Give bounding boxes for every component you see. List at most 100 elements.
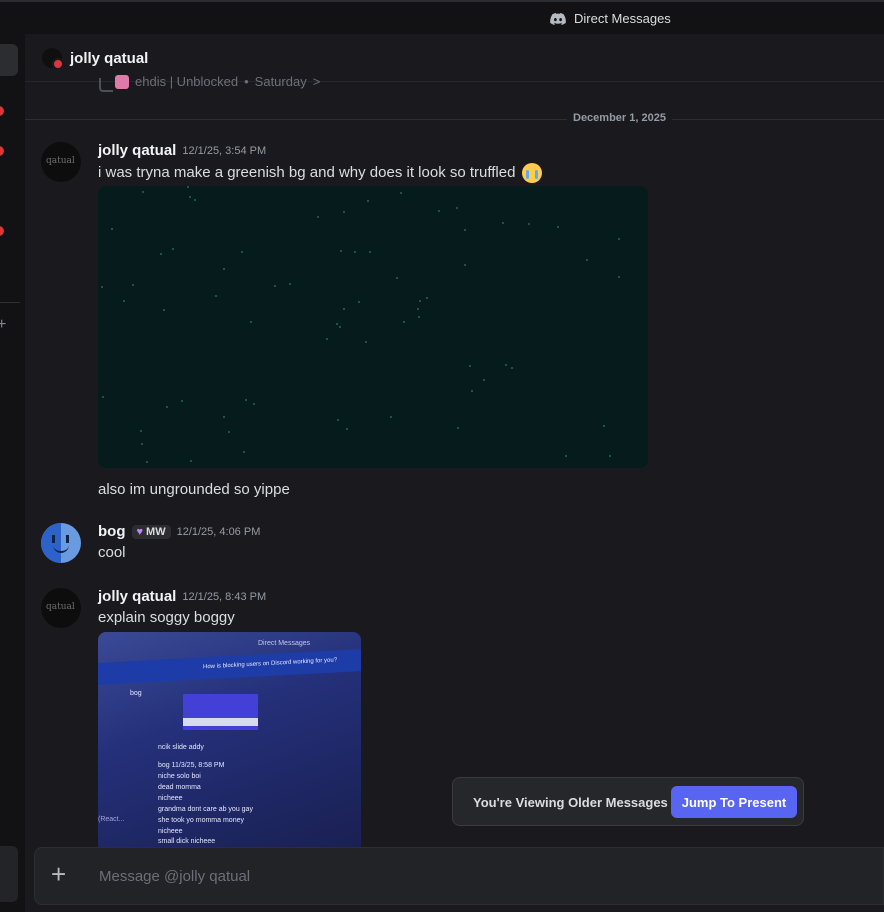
reply-time: Saturday bbox=[254, 74, 307, 89]
notification-dot bbox=[0, 146, 4, 156]
avatar[interactable]: qatual bbox=[41, 588, 81, 628]
message-header: jolly qatual 12/1/25, 3:54 PM bbox=[98, 142, 266, 159]
avatar-text: qatual bbox=[46, 602, 75, 612]
star-dot bbox=[241, 251, 243, 253]
notification-dot bbox=[0, 106, 4, 116]
image-attachment[interactable] bbox=[98, 186, 648, 468]
discord-icon bbox=[550, 12, 566, 25]
star-dot bbox=[190, 460, 192, 462]
star-dot bbox=[123, 300, 125, 302]
sidebar-divider bbox=[0, 302, 20, 303]
star-dot bbox=[101, 286, 103, 288]
star-dot bbox=[228, 431, 230, 433]
star-dot bbox=[603, 425, 605, 427]
reply-text: ehdis | Unblocked bbox=[135, 74, 239, 89]
star-dot bbox=[337, 419, 339, 421]
star-dot bbox=[390, 416, 392, 418]
star-dot bbox=[181, 400, 183, 402]
star-dot bbox=[586, 259, 588, 261]
star-dot bbox=[354, 251, 356, 253]
star-dot bbox=[426, 297, 428, 299]
star-dot bbox=[141, 443, 143, 445]
message-header: jolly qatual 12/1/25, 8:43 PM bbox=[98, 588, 266, 605]
star-dot bbox=[403, 321, 405, 323]
star-dot bbox=[146, 461, 148, 463]
star-dot bbox=[367, 200, 369, 202]
message-text: explain soggy boggy bbox=[98, 609, 235, 626]
message-text: i was tryna make a greenish bg and why d… bbox=[98, 163, 542, 183]
star-dot bbox=[419, 300, 421, 302]
title-bar: Direct Messages bbox=[0, 0, 884, 34]
photo-title: Direct Messages bbox=[258, 640, 311, 647]
star-dot bbox=[464, 264, 466, 266]
star-dot bbox=[289, 283, 291, 285]
message: bog ♥ MW 12/1/25, 4:06 PM cool bbox=[41, 523, 841, 568]
star-dot bbox=[618, 276, 620, 278]
guild-tag[interactable]: ♥ MW bbox=[131, 524, 171, 539]
reply-preview[interactable]: ehdis | Unblocked • Saturday > bbox=[115, 74, 320, 89]
star-dot bbox=[565, 455, 567, 457]
star-dot bbox=[142, 191, 144, 193]
image-attachment[interactable]: Direct Messages How is blocking users on… bbox=[98, 632, 361, 848]
star-dot bbox=[274, 285, 276, 287]
star-dot bbox=[187, 186, 189, 188]
star-dot bbox=[339, 326, 341, 328]
star-dot bbox=[471, 390, 473, 392]
star-dot bbox=[340, 250, 342, 252]
star-dot bbox=[483, 379, 485, 381]
message-text: cool bbox=[98, 544, 126, 561]
header-avatar[interactable] bbox=[42, 48, 64, 70]
star-dot bbox=[215, 295, 217, 297]
add-server-icon[interactable]: + bbox=[0, 316, 6, 334]
star-dot bbox=[343, 211, 345, 213]
star-dot bbox=[618, 238, 620, 240]
star-dot bbox=[358, 301, 360, 303]
message-text: also im ungrounded so yippe bbox=[98, 481, 290, 498]
star-dot bbox=[336, 323, 338, 325]
timestamp[interactable]: 12/1/25, 8:43 PM bbox=[182, 591, 266, 603]
user-panel[interactable] bbox=[0, 846, 18, 902]
username[interactable]: jolly qatual bbox=[98, 588, 176, 605]
avatar[interactable] bbox=[41, 523, 81, 563]
timestamp[interactable]: 12/1/25, 3:54 PM bbox=[182, 145, 266, 157]
older-messages-bar: You're Viewing Older Messages Jump To Pr… bbox=[452, 777, 804, 826]
star-dot bbox=[469, 365, 471, 367]
crying-emoji-icon bbox=[521, 163, 542, 183]
message-input[interactable]: Message @jolly qatual bbox=[99, 868, 250, 885]
home-button[interactable] bbox=[0, 44, 18, 76]
notification-dot bbox=[0, 226, 4, 236]
server-sidebar: + bbox=[0, 34, 25, 912]
star-dot bbox=[502, 222, 504, 224]
avatar[interactable]: qatual bbox=[41, 142, 81, 182]
add-attachment-icon[interactable]: + bbox=[51, 861, 66, 887]
avatar-text: qatual bbox=[46, 156, 75, 166]
star-dot bbox=[172, 248, 174, 250]
star-dot bbox=[243, 451, 245, 453]
username[interactable]: bog bbox=[98, 523, 126, 540]
date-divider: December 1, 2025 bbox=[25, 112, 884, 124]
star-dot bbox=[557, 226, 559, 228]
star-dot bbox=[189, 196, 191, 198]
star-dot bbox=[163, 309, 165, 311]
star-dot bbox=[160, 253, 162, 255]
message-composer[interactable]: + Message @jolly qatual bbox=[34, 847, 884, 905]
star-dot bbox=[396, 277, 398, 279]
star-dot bbox=[346, 428, 348, 430]
timestamp[interactable]: 12/1/25, 4:06 PM bbox=[177, 526, 261, 538]
star-dot bbox=[166, 406, 168, 408]
star-dot bbox=[102, 396, 104, 398]
reply-avatar bbox=[115, 74, 129, 89]
star-dot bbox=[417, 308, 419, 310]
header-username[interactable]: jolly qatual bbox=[70, 50, 148, 67]
username[interactable]: jolly qatual bbox=[98, 142, 176, 159]
star-dot bbox=[140, 430, 142, 432]
star-dot bbox=[132, 284, 134, 286]
message: qatual jolly qatual 12/1/25, 8:43 PM exp… bbox=[41, 588, 841, 638]
star-dot bbox=[456, 207, 458, 209]
title-text: Direct Messages bbox=[574, 11, 671, 26]
jump-to-present-button[interactable]: Jump To Present bbox=[671, 786, 797, 818]
star-dot bbox=[400, 192, 402, 194]
heart-icon: ♥ bbox=[136, 525, 144, 538]
reply-connector bbox=[99, 78, 113, 92]
chevron-right-icon: > bbox=[312, 74, 321, 89]
